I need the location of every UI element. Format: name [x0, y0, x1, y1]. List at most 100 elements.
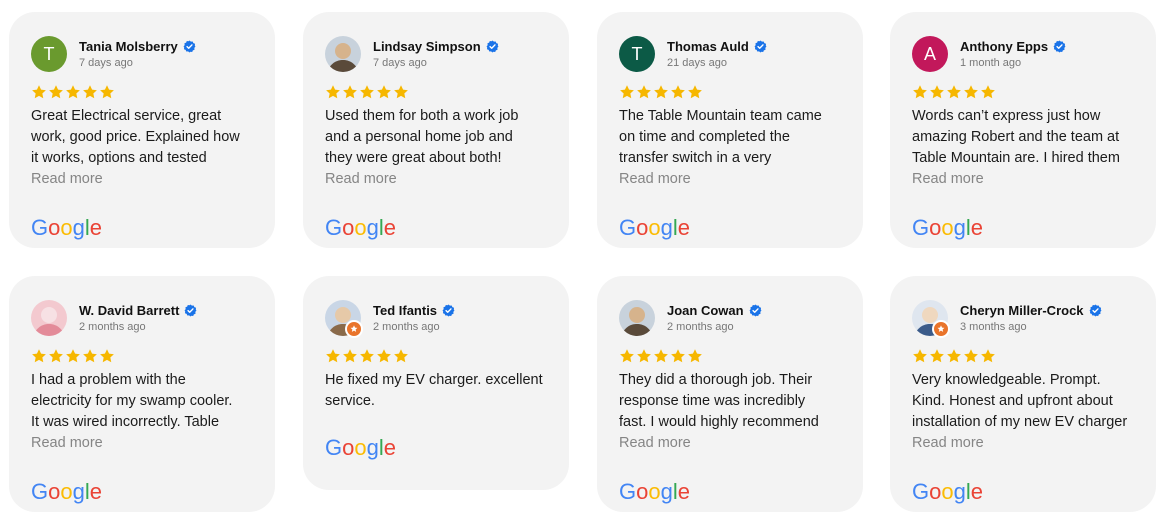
- review-text: He fixed my EV charger. excellent service…: [325, 370, 549, 412]
- star-icon: [913, 349, 927, 363]
- review-text: Very knowledgeable. Prompt. Kind. Honest …: [912, 370, 1136, 433]
- star-rating: [912, 84, 1136, 100]
- review-text: They did a thorough job. Their response t…: [619, 370, 843, 433]
- read-more-link[interactable]: Read more: [31, 433, 255, 454]
- google-logo: Google: [31, 479, 102, 504]
- svg-text:Google: Google: [325, 435, 396, 460]
- reviewer-name-row: Lindsay Simpson: [373, 40, 499, 53]
- star-icon: [620, 349, 634, 363]
- reviewer-header: A Anthony Epps 1 month ago: [912, 34, 1136, 74]
- reviewer-header: T Tania Molsberry 7 days ago: [31, 34, 255, 74]
- star-rating: [912, 348, 1136, 364]
- star-icon: [32, 85, 46, 99]
- star-icon: [32, 349, 46, 363]
- avatar-initial: T: [631, 43, 643, 64]
- read-more-link[interactable]: Read more: [619, 433, 843, 454]
- reviewer-name: Anthony Epps: [960, 38, 1049, 54]
- star-icon: [930, 85, 944, 99]
- verified-badge-icon: [183, 40, 196, 52]
- review-card: A Anthony Epps 1 month ago Words can’t expr…: [890, 12, 1156, 248]
- star-icon: [981, 349, 995, 363]
- review-date: 7 days ago: [373, 56, 427, 69]
- svg-text:Google: Google: [912, 215, 983, 240]
- review-card: W. David Barrett 2 months ago I had a prob…: [9, 276, 275, 512]
- avatar: [325, 36, 361, 72]
- reviewer-header: Ted Ifantis 2 months ago: [325, 298, 549, 338]
- review-line: Words can’t express just how: [912, 108, 1101, 124]
- review-line: response time was incredibly: [619, 393, 806, 409]
- star-icon: [620, 85, 634, 99]
- svg-text:Google: Google: [31, 215, 102, 240]
- star-icon: [688, 85, 702, 99]
- verified-badge-icon: [749, 304, 762, 316]
- review-grid: T Tania Molsberry 7 days ago Great Electric…: [0, 0, 1168, 528]
- star-icon: [49, 85, 63, 99]
- reviewer-name-row: Anthony Epps: [960, 40, 1066, 53]
- avatar: [619, 300, 655, 336]
- reviewer-name: Tania Molsberry: [79, 38, 178, 54]
- review-line: Used them for both a work job: [325, 108, 519, 124]
- svg-text:Google: Google: [912, 479, 983, 504]
- verified-badge-icon: [1053, 40, 1066, 52]
- verified-badge-icon: [486, 40, 499, 52]
- reviewer-name-row: Thomas Auld: [667, 40, 767, 53]
- star-rating: [619, 84, 843, 100]
- read-more-link[interactable]: Read more: [912, 169, 1136, 190]
- review-line: service.: [325, 393, 375, 409]
- star-icon: [394, 85, 408, 99]
- star-icon: [66, 85, 80, 99]
- star-icon: [66, 349, 80, 363]
- star-icon: [671, 349, 685, 363]
- google-logo-wrap: Google: [912, 202, 1136, 247]
- google-logo-wrap: Google: [31, 202, 255, 247]
- star-icon: [981, 85, 995, 99]
- read-more-link[interactable]: Read more: [619, 169, 843, 190]
- star-rating: [31, 84, 255, 100]
- star-icon: [654, 85, 668, 99]
- review-card: Cheryn Miller-Crock 3 months ago Very know…: [890, 276, 1156, 512]
- review-date: 2 months ago: [373, 320, 440, 333]
- star-icon: [49, 349, 63, 363]
- review-date: 21 days ago: [667, 56, 727, 69]
- svg-text:Google: Google: [31, 479, 102, 504]
- star-icon: [964, 349, 978, 363]
- read-more-link[interactable]: Read more: [31, 169, 255, 190]
- avatar: T: [619, 36, 655, 72]
- star-icon: [343, 85, 357, 99]
- reviewer-header: Lindsay Simpson 7 days ago: [325, 34, 549, 74]
- avatar: A: [912, 36, 948, 72]
- read-more-link[interactable]: Read more: [912, 433, 1136, 454]
- review-card: T Tania Molsberry 7 days ago Great Electric…: [9, 12, 275, 248]
- reviewer-meta: Thomas Auld 21 days ago: [667, 40, 767, 69]
- google-logo: Google: [31, 215, 102, 240]
- person-photo-icon: [31, 300, 67, 336]
- avatar: T: [31, 36, 67, 72]
- local-guide-badge-icon: [932, 320, 950, 338]
- reviewer-name: Ted Ifantis: [373, 302, 438, 318]
- google-logo: Google: [912, 215, 983, 240]
- google-logo: Google: [619, 479, 690, 504]
- person-photo-icon: [325, 36, 361, 72]
- star-icon: [83, 85, 97, 99]
- star-icon: [688, 349, 702, 363]
- review-text: I had a problem with the electricity for …: [31, 370, 255, 433]
- reviewer-meta: W. David Barrett 2 months ago: [79, 304, 197, 333]
- star-rating: [619, 348, 843, 364]
- star-icon: [964, 85, 978, 99]
- google-logo: Google: [325, 215, 396, 240]
- verified-badge-icon: [184, 304, 197, 316]
- avatar: [325, 300, 363, 338]
- reviewer-header: W. David Barrett 2 months ago: [31, 298, 255, 338]
- local-guide-badge-icon: [345, 320, 363, 338]
- review-line: Table Mountain are. I hired them: [912, 150, 1120, 166]
- avatar: [912, 300, 950, 338]
- review-line: work, good price. Explained how: [31, 129, 240, 145]
- review-line: Very knowledgeable. Prompt.: [912, 372, 1101, 388]
- star-icon: [637, 85, 651, 99]
- read-more-link[interactable]: Read more: [325, 169, 549, 190]
- review-line: amazing Robert and the team at: [912, 129, 1120, 145]
- person-photo-icon: [619, 300, 655, 336]
- review-card: Joan Cowan 2 months ago They did a thoroug…: [597, 276, 863, 512]
- star-icon: [394, 349, 408, 363]
- avatar: [31, 300, 67, 336]
